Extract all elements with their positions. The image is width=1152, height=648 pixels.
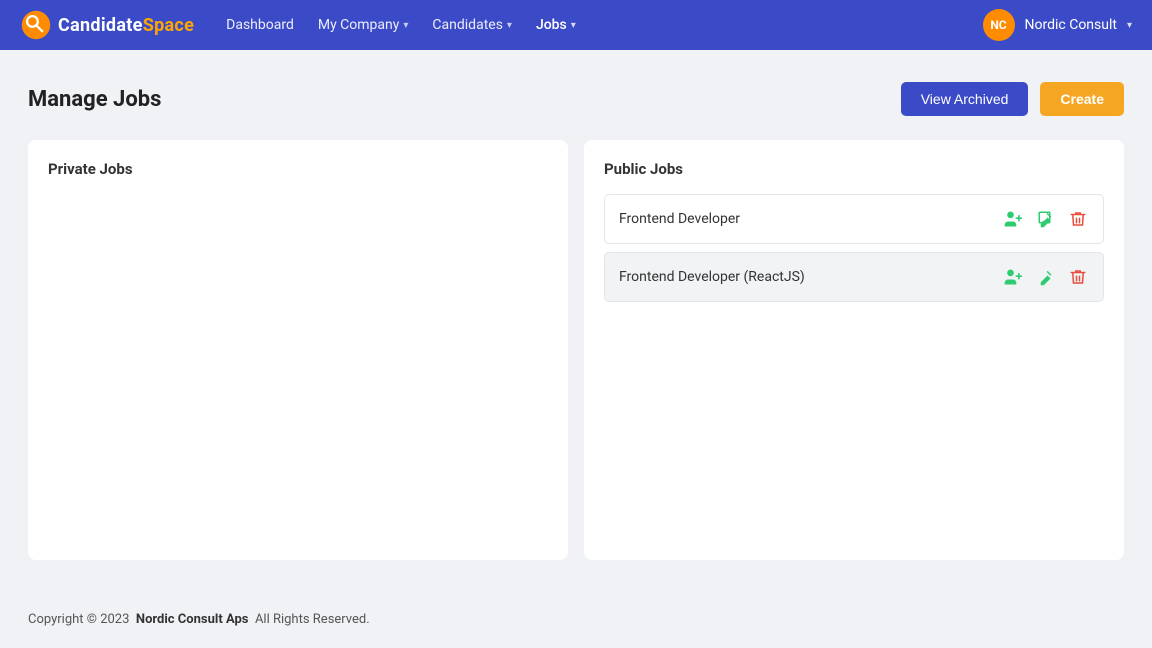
brand-logo-icon bbox=[20, 9, 52, 41]
job-item[interactable]: Frontend Developer (ReactJS) bbox=[604, 252, 1104, 302]
jobs-chevron-icon: ▾ bbox=[571, 20, 576, 31]
user-menu[interactable]: NC Nordic Consult ▾ bbox=[983, 9, 1132, 41]
edit-icon bbox=[1037, 268, 1055, 286]
footer-rights: All Rights Reserved. bbox=[255, 612, 370, 627]
main-content: Manage Jobs View Archived Create Private… bbox=[0, 50, 1152, 592]
private-jobs-title: Private Jobs bbox=[48, 160, 548, 178]
add-person-icon bbox=[1003, 267, 1023, 287]
avatar: NC bbox=[983, 9, 1015, 41]
my-company-chevron-icon: ▾ bbox=[403, 20, 408, 31]
add-candidate-button[interactable] bbox=[1001, 207, 1025, 231]
nav-dashboard[interactable]: Dashboard bbox=[226, 17, 294, 33]
add-person-icon bbox=[1003, 209, 1023, 229]
jobs-columns: Private Jobs Public Jobs Frontend Develo… bbox=[28, 140, 1124, 560]
job-name: Frontend Developer (ReactJS) bbox=[619, 269, 805, 285]
create-button[interactable]: Create bbox=[1040, 82, 1124, 116]
footer-copyright: Copyright © 2023 bbox=[28, 612, 129, 627]
delete-job-button[interactable] bbox=[1067, 208, 1089, 230]
nav-jobs[interactable]: Jobs ▾ bbox=[536, 17, 576, 33]
add-candidate-button[interactable] bbox=[1001, 265, 1025, 289]
nav-my-company[interactable]: My Company ▾ bbox=[318, 17, 409, 33]
footer-company: Nordic Consult Aps bbox=[136, 612, 249, 627]
job-actions bbox=[1001, 265, 1089, 289]
page-title: Manage Jobs bbox=[28, 87, 161, 112]
main-nav: Dashboard My Company ▾ Candidates ▾ Jobs… bbox=[226, 17, 576, 33]
edit-job-button[interactable] bbox=[1035, 208, 1057, 230]
delete-icon bbox=[1069, 268, 1087, 286]
edit-job-button[interactable] bbox=[1035, 266, 1057, 288]
private-jobs-column: Private Jobs bbox=[28, 140, 568, 560]
delete-icon bbox=[1069, 210, 1087, 228]
public-jobs-column: Public Jobs Frontend Developer bbox=[584, 140, 1124, 560]
nav-candidates[interactable]: Candidates ▾ bbox=[432, 17, 512, 33]
delete-job-button[interactable] bbox=[1067, 266, 1089, 288]
footer: Copyright © 2023 Nordic Consult Aps All … bbox=[0, 592, 1152, 647]
page-header: Manage Jobs View Archived Create bbox=[28, 82, 1124, 116]
job-actions bbox=[1001, 207, 1089, 231]
user-menu-chevron-icon: ▾ bbox=[1127, 20, 1132, 31]
brand-logo-link[interactable]: CandidateSpace bbox=[20, 9, 194, 41]
candidates-chevron-icon: ▾ bbox=[507, 20, 512, 31]
view-archived-button[interactable]: View Archived bbox=[901, 82, 1029, 116]
public-jobs-title: Public Jobs bbox=[604, 160, 1104, 178]
user-name-label: Nordic Consult bbox=[1025, 17, 1117, 33]
edit-icon bbox=[1037, 210, 1055, 228]
header-actions: View Archived Create bbox=[901, 82, 1124, 116]
job-name: Frontend Developer bbox=[619, 211, 740, 227]
brand-name: CandidateSpace bbox=[58, 15, 194, 36]
job-item[interactable]: Frontend Developer bbox=[604, 194, 1104, 244]
navbar: CandidateSpace Dashboard My Company ▾ Ca… bbox=[0, 0, 1152, 50]
